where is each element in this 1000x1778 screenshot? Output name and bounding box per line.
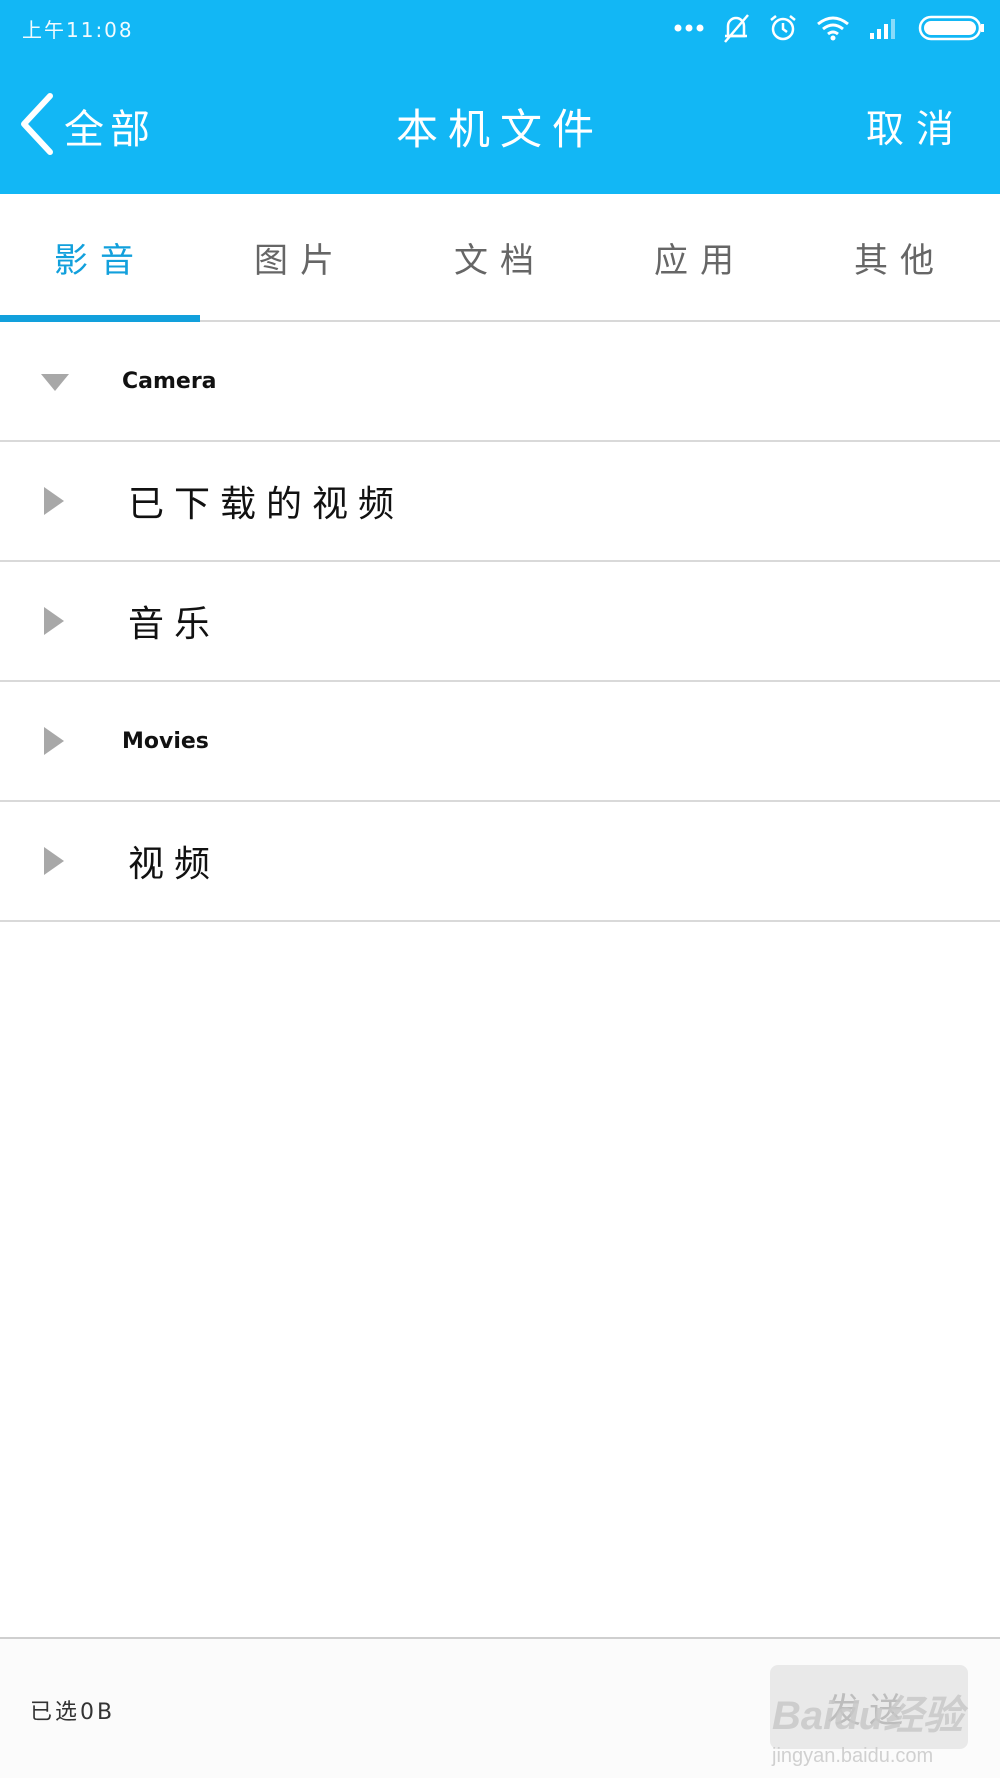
status-time: 上午11:08 xyxy=(22,18,134,42)
wifi-icon xyxy=(816,15,850,41)
active-tab-indicator xyxy=(0,315,200,322)
folder-row-videos[interactable]: 视频 xyxy=(0,802,1000,922)
tab-label: 影音 xyxy=(54,240,146,281)
selected-size-text: 已选0B xyxy=(30,1700,116,1725)
status-icons xyxy=(674,10,986,46)
caret-right-icon xyxy=(38,724,72,758)
caret-right-icon xyxy=(38,484,72,518)
tab-label: 图片 xyxy=(254,240,346,281)
folder-name: 音乐 xyxy=(128,604,221,645)
folder-row-camera[interactable]: Camera xyxy=(0,322,1000,442)
bottom-bar: 已选0B 发送 Baidu经验 jingyan.baidu.com xyxy=(0,1637,1000,1778)
caret-right-icon xyxy=(38,844,72,878)
folder-row-movies[interactable]: Movies xyxy=(0,682,1000,802)
cancel-button[interactable]: 取消 xyxy=(866,98,966,153)
battery-icon xyxy=(918,14,986,42)
caret-down-icon xyxy=(38,364,72,398)
folder-name: 已下载的视频 xyxy=(128,484,405,525)
file-picker-screen: 上午11:08 全部 本机文件 取消 影音 图片 文档 应用 其他 Camera… xyxy=(0,0,1000,1778)
header-bar: 上午11:08 全部 本机文件 取消 xyxy=(0,0,1000,194)
signal-icon xyxy=(868,15,900,41)
tab-label: 其他 xyxy=(854,240,946,281)
page-title: 本机文件 xyxy=(395,105,604,154)
tab-images[interactable]: 图片 xyxy=(200,194,400,320)
folder-name: Camera xyxy=(122,368,217,394)
tab-media[interactable]: 影音 xyxy=(0,194,200,322)
tab-documents[interactable]: 文档 xyxy=(400,194,600,320)
folder-name: 视频 xyxy=(128,844,221,885)
tab-apps[interactable]: 应用 xyxy=(600,194,800,320)
tab-label: 文档 xyxy=(454,240,546,281)
alarm-icon xyxy=(768,13,798,43)
more-dots-icon xyxy=(674,23,704,33)
caret-right-icon xyxy=(38,604,72,638)
category-tabs: 影音 图片 文档 应用 其他 xyxy=(0,194,1000,322)
tab-other[interactable]: 其他 xyxy=(800,194,1000,320)
tab-label: 应用 xyxy=(654,240,746,281)
folder-row-music[interactable]: 音乐 xyxy=(0,562,1000,682)
folder-list: Camera 已下载的视频 音乐 Movies 视频 xyxy=(0,322,1000,922)
mute-bell-icon xyxy=(722,12,750,44)
folder-name: Movies xyxy=(122,728,209,754)
send-button[interactable]: 发送 xyxy=(770,1665,968,1749)
folder-row-downloaded-videos[interactable]: 已下载的视频 xyxy=(0,442,1000,562)
